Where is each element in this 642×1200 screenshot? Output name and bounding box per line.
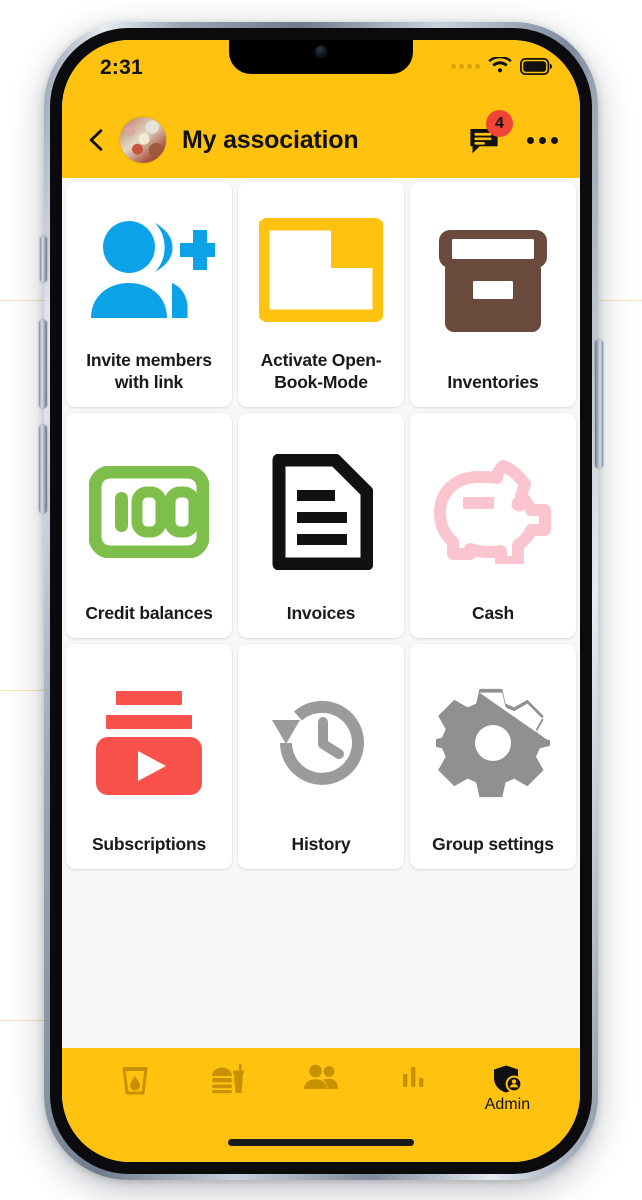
overflow-menu-icon[interactable]: [527, 136, 558, 144]
tile-label: Inventories: [447, 371, 539, 392]
action-grid: Invite members with link Activate Open-B…: [66, 182, 576, 869]
tile-icon-wrap: [74, 423, 224, 602]
display-notch: [229, 40, 413, 74]
volume-up-button[interactable]: [39, 320, 47, 408]
nav-item-food[interactable]: [181, 1064, 274, 1098]
tile-label: History: [291, 833, 351, 854]
fast-food-icon: [211, 1064, 244, 1094]
mute-switch[interactable]: [40, 236, 47, 282]
nav-item-label: Admin: [484, 1096, 531, 1113]
people-group-icon: [304, 1064, 338, 1089]
nav-item-admin[interactable]: Admin: [461, 1064, 554, 1114]
tile-label: Subscriptions: [91, 833, 207, 854]
alignment-guide: [598, 300, 642, 301]
power-button[interactable]: [595, 340, 603, 468]
tile-label: Invite members with link: [86, 349, 212, 392]
tile-label: Group settings: [432, 833, 554, 854]
page-title: My association: [182, 125, 359, 154]
archive-box-icon: [439, 230, 547, 333]
phone-screen: 2:31 My association 4 Invite members wit…: [62, 40, 580, 1162]
alignment-guide: [0, 690, 44, 691]
tile-icon-wrap: [246, 423, 396, 602]
home-indicator[interactable]: [228, 1139, 414, 1146]
tile-icon-wrap: [246, 192, 396, 349]
status-indicators: [451, 57, 552, 75]
battery-full-icon: [520, 57, 552, 75]
avatar[interactable]: [120, 117, 166, 163]
bar-chart-icon: [403, 1067, 424, 1087]
drink-glass-icon: [121, 1067, 148, 1095]
tile-invoices[interactable]: Invoices: [238, 413, 404, 638]
tile-icon-wrap: [418, 654, 568, 833]
tile-invite-members[interactable]: Invite members with link: [66, 182, 232, 407]
wifi-icon: [488, 57, 512, 73]
back-chevron-icon[interactable]: [84, 127, 110, 153]
hundred-banknote-icon: [89, 466, 209, 559]
tile-label: Cash: [472, 602, 514, 623]
tile-icon-wrap: [418, 192, 568, 371]
tile-credit-balances[interactable]: Credit balances: [66, 413, 232, 638]
tile-icon-wrap: [74, 654, 224, 833]
alignment-guide: [0, 1020, 44, 1021]
chat-badge: 4: [486, 110, 513, 137]
tile-icon-wrap: [246, 654, 396, 833]
clock-rotate-left-icon: [272, 701, 364, 786]
gear-icon: [436, 689, 550, 798]
bottom-navigation: Admin: [62, 1048, 580, 1162]
nav-item-statistics[interactable]: [368, 1064, 461, 1092]
piggy-bank-icon: [434, 460, 551, 565]
document-lines-icon: [272, 454, 373, 571]
chat-button[interactable]: 4: [467, 110, 513, 157]
volume-down-button[interactable]: [39, 425, 47, 513]
signal-dots-icon: [451, 63, 480, 69]
tile-label: Credit balances: [85, 602, 213, 623]
tile-label: Invoices: [286, 602, 356, 623]
folder-open-icon: [259, 218, 383, 323]
person-add-icon: [91, 221, 215, 319]
nav-item-members[interactable]: [274, 1064, 367, 1094]
nav-item-drinks[interactable]: [88, 1064, 181, 1098]
tile-inventories[interactable]: Inventories: [410, 182, 576, 407]
bottom-nav-row: Admin: [62, 1048, 580, 1120]
screenshot-stage: 2:31 My association 4 Invite members wit…: [0, 0, 642, 1200]
status-bar: 2:31: [62, 40, 580, 102]
front-camera-icon: [315, 46, 327, 57]
tile-icon-wrap: [418, 423, 568, 602]
shield-person-icon: [494, 1065, 523, 1093]
tile-label: Activate Open-Book-Mode: [260, 349, 382, 392]
tile-open-book-mode[interactable]: Activate Open-Book-Mode: [238, 182, 404, 407]
tile-icon-wrap: [74, 192, 224, 349]
video-play-stack-icon: [96, 691, 202, 796]
status-clock: 2:31: [100, 56, 143, 79]
tile-cash[interactable]: Cash: [410, 413, 576, 638]
tile-group-settings[interactable]: Group settings: [410, 644, 576, 869]
alignment-guide: [0, 300, 44, 301]
tile-history[interactable]: History: [238, 644, 404, 869]
app-bar: My association 4: [62, 102, 580, 178]
tile-subscriptions[interactable]: Subscriptions: [66, 644, 232, 869]
main-content: Invite members with link Activate Open-B…: [62, 178, 580, 1048]
